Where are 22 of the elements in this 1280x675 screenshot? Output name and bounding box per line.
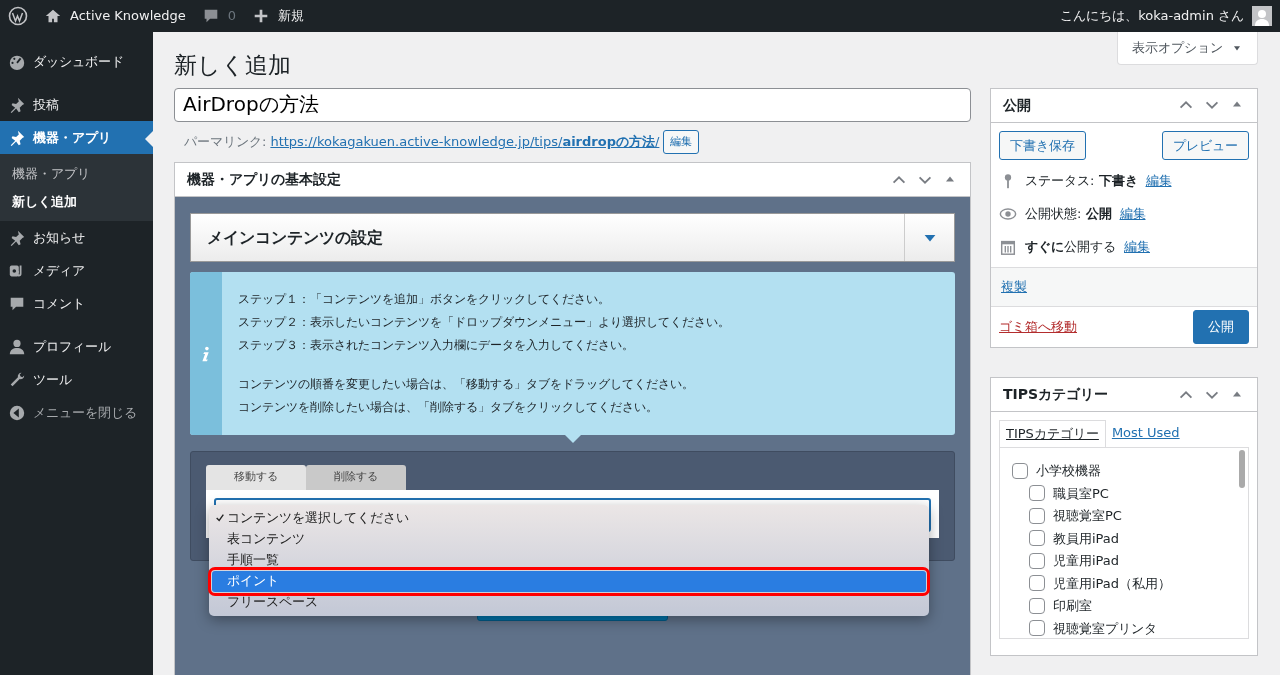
permalink-label: パーマリンク:	[184, 133, 267, 152]
category-label: 職員室PC	[1053, 484, 1109, 503]
section-title: メインコンテンツの設定	[206, 226, 384, 249]
status-text: すぐに公開する	[1025, 237, 1116, 256]
category-label: 小学校機器	[1036, 462, 1101, 481]
info-text: ステップ１：「コンテンツを追加」ボタンをクリックしてください。	[238, 291, 611, 309]
info-text: コンテンツを削除したい場合は、「削除する」タブをクリックしてください。	[238, 399, 659, 417]
info-text: コンテンツの順番を変更したい場合は、「移動する」タブをドラッグしてください。	[238, 376, 695, 394]
category-label: 教員用iPad	[1053, 529, 1120, 548]
info-text: ステップ３：表示されたコンテンツ入力欄にデータを入力してください。	[238, 337, 635, 355]
status-text: 公開状態: 公開	[1025, 204, 1112, 223]
box-title: 機器・アプリの基本設定	[187, 170, 341, 190]
status-text: ステータス: 下書き	[1025, 171, 1138, 190]
category-label: 児童用iPad	[1053, 552, 1120, 571]
box-title: TIPSカテゴリー	[1003, 385, 1109, 405]
category-label: 児童用iPad（私用）	[1053, 574, 1172, 593]
box-title: 公開	[1003, 95, 1031, 115]
category-label: 視聴覚室プリンタ	[1053, 619, 1157, 638]
category-label: 視聴覚室PC	[1053, 507, 1122, 526]
category-label: 印刷室	[1053, 597, 1092, 616]
info-text: ステップ２：表示したいコンテンツを「ドロップダウンメニュー」より選択してください。	[238, 314, 730, 332]
page-title: 新しく追加	[174, 52, 291, 80]
